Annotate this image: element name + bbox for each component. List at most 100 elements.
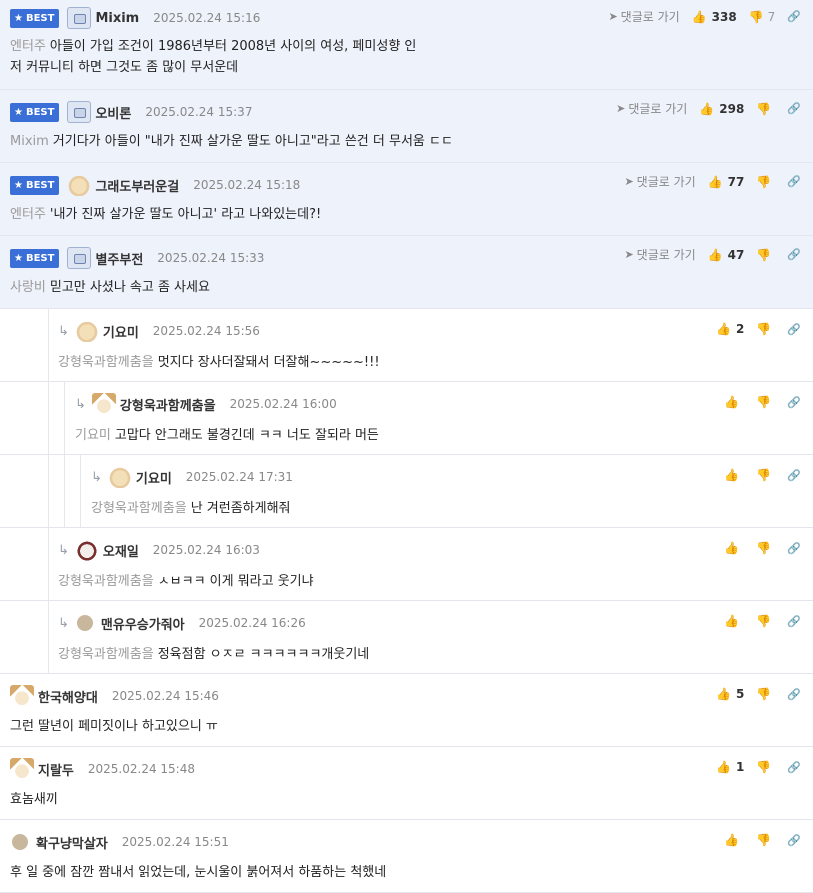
like-button[interactable]: 👍 bbox=[724, 833, 744, 847]
link-icon[interactable]: 🔗 bbox=[787, 102, 801, 115]
mention[interactable]: 기요미 bbox=[75, 428, 111, 443]
link-icon[interactable]: 🔗 bbox=[787, 542, 801, 555]
thumbs-up-icon: 👍 bbox=[724, 468, 740, 482]
mention[interactable]: 엔터주 bbox=[10, 39, 46, 54]
link-icon[interactable]: 🔗 bbox=[787, 248, 801, 261]
dislike-button[interactable]: 👎 bbox=[756, 248, 775, 262]
link-icon[interactable]: 🔗 bbox=[787, 469, 801, 482]
like-button[interactable]: 👍 2 bbox=[716, 322, 744, 336]
mention[interactable]: 강형욱과함께춤을 bbox=[58, 355, 154, 370]
goto-comment-link[interactable]: ➤ 댓글로 가기 bbox=[616, 100, 687, 117]
like-button[interactable]: 👍 bbox=[724, 468, 744, 482]
reply-arrow-icon: ↳ bbox=[58, 323, 69, 339]
dislike-button[interactable]: 👎 bbox=[756, 395, 775, 409]
author-name[interactable]: 한국해양대 bbox=[38, 687, 98, 706]
author-name[interactable]: 강형욱과함께춤을 bbox=[120, 395, 216, 414]
comment-body: 엔터주 아들이 가입 조건이 1986년부터 2008년 사이의 여성, 페미성향… bbox=[10, 39, 417, 75]
comment-best: ★ BEST 오비론 2025.02.24 15:37 ➤ 댓글로 가기 👍 298 … bbox=[0, 90, 813, 163]
dislike-button[interactable]: 👎 bbox=[756, 833, 775, 847]
comment-list: ★ BEST Mixim 2025.02.24 15:16 ➤ 댓글로 가기 👍 33… bbox=[0, 0, 813, 893]
link-icon[interactable]: 🔗 bbox=[787, 834, 801, 847]
author-name[interactable]: Mixim bbox=[95, 11, 139, 26]
dislike-button[interactable]: 👎 bbox=[756, 687, 775, 701]
link-icon[interactable]: 🔗 bbox=[787, 761, 801, 774]
avatar[interactable] bbox=[107, 466, 132, 488]
like-button[interactable]: 👍 298 bbox=[699, 102, 744, 116]
send-arrow-icon: ➤ bbox=[616, 102, 626, 115]
dislike-button[interactable]: 👎 bbox=[756, 322, 775, 336]
dislike-button[interactable]: 👎 bbox=[756, 614, 775, 628]
avatar[interactable] bbox=[10, 685, 34, 707]
avatar[interactable] bbox=[67, 7, 92, 29]
thumbs-down-icon: 👎 bbox=[756, 760, 772, 774]
author-name[interactable]: 그래도부러운걸 bbox=[95, 176, 179, 195]
comment: 한국해양대 2025.02.24 15:46 👍 5 👎 🔗 그런 딸년이 페미짓… bbox=[0, 674, 813, 747]
like-button[interactable]: 👍 1 bbox=[716, 760, 744, 774]
like-button[interactable]: 👍 5 bbox=[716, 687, 744, 701]
like-button[interactable]: 👍 bbox=[724, 614, 744, 628]
avatar[interactable] bbox=[74, 539, 99, 561]
author-name[interactable]: 확구냥막살자 bbox=[36, 833, 108, 852]
comment-best: ★ BEST Mixim 2025.02.24 15:16 ➤ 댓글로 가기 👍 33… bbox=[0, 0, 813, 90]
mention[interactable]: 사랑비 bbox=[10, 280, 46, 295]
goto-comment-link[interactable]: ➤ 댓글로 가기 bbox=[608, 8, 679, 25]
dislike-button[interactable]: 👎 bbox=[756, 541, 775, 555]
avatar[interactable] bbox=[67, 247, 92, 269]
avatar[interactable] bbox=[91, 393, 116, 415]
link-icon[interactable]: 🔗 bbox=[787, 175, 801, 188]
author-name[interactable]: 맨유우승가줘아 bbox=[101, 614, 185, 633]
mention[interactable]: 강형욱과함께춤을 bbox=[58, 574, 154, 589]
link-icon[interactable]: 🔗 bbox=[787, 688, 801, 701]
comment-body: 강형욱과함께춤을 난 겨런좀하게해줘 bbox=[91, 501, 291, 516]
mention[interactable]: 강형욱과함께춤을 bbox=[91, 501, 187, 516]
avatar[interactable] bbox=[74, 320, 99, 342]
thumbs-up-icon: 👍 bbox=[724, 541, 740, 555]
best-badge: ★ BEST bbox=[10, 248, 60, 268]
goto-comment-link[interactable]: ➤ 댓글로 가기 bbox=[624, 246, 695, 263]
link-icon[interactable]: 🔗 bbox=[787, 396, 801, 409]
link-icon[interactable]: 🔗 bbox=[787, 615, 801, 628]
link-icon[interactable]: 🔗 bbox=[787, 10, 801, 23]
comment-date: 2025.02.24 15:46 bbox=[111, 689, 219, 703]
author-name[interactable]: 지랄두 bbox=[38, 760, 74, 779]
dislike-button[interactable]: 👎 bbox=[756, 760, 775, 774]
like-button[interactable]: 👍 bbox=[724, 395, 744, 409]
comment-date: 2025.02.24 16:03 bbox=[152, 543, 260, 557]
avatar[interactable] bbox=[12, 834, 28, 850]
dislike-button[interactable]: 👎 7 bbox=[749, 10, 776, 24]
thumbs-up-icon: 👍 bbox=[691, 9, 707, 24]
author-name[interactable]: 별주부전 bbox=[95, 249, 143, 268]
avatar[interactable] bbox=[76, 615, 93, 631]
send-arrow-icon: ➤ bbox=[624, 175, 634, 188]
mention[interactable]: 엔터주 bbox=[10, 207, 46, 222]
mention[interactable]: Mixim bbox=[10, 134, 49, 149]
dislike-button[interactable]: 👎 bbox=[756, 102, 775, 116]
comment-date: 2025.02.24 15:18 bbox=[193, 178, 301, 192]
goto-comment-link[interactable]: ➤ 댓글로 가기 bbox=[624, 173, 695, 190]
author-name[interactable]: 기요미 bbox=[136, 468, 172, 487]
thumbs-down-icon: 👎 bbox=[756, 174, 772, 189]
thumbs-down-icon: 👎 bbox=[756, 247, 772, 262]
comment-date: 2025.02.24 15:37 bbox=[145, 105, 253, 119]
like-button[interactable]: 👍 338 bbox=[692, 10, 737, 24]
dislike-button[interactable]: 👎 bbox=[756, 468, 775, 482]
thumbs-down-icon: 👎 bbox=[756, 541, 772, 555]
thumbs-up-icon: 👍 bbox=[724, 614, 740, 628]
author-name[interactable]: 오재일 bbox=[103, 541, 139, 560]
author-name[interactable]: 기요미 bbox=[103, 322, 139, 341]
like-button[interactable]: 👍 47 bbox=[708, 248, 745, 262]
avatar[interactable] bbox=[10, 758, 34, 780]
avatar[interactable] bbox=[67, 101, 92, 123]
like-button[interactable]: 👍 bbox=[724, 541, 744, 555]
avatar[interactable] bbox=[67, 174, 92, 196]
link-icon[interactable]: 🔗 bbox=[787, 323, 801, 336]
comment-date: 2025.02.24 16:26 bbox=[198, 616, 306, 630]
mention[interactable]: 강형욱과함께춤을 bbox=[58, 647, 154, 662]
comment-body: 효놈새끼 bbox=[10, 792, 58, 807]
author-name[interactable]: 오비론 bbox=[95, 103, 131, 122]
star-icon: ★ bbox=[14, 12, 23, 24]
send-arrow-icon: ➤ bbox=[608, 10, 618, 23]
comment-best: ★ BEST 그래도부러운걸 2025.02.24 15:18 ➤ 댓글로 가기 👍… bbox=[0, 163, 813, 236]
dislike-button[interactable]: 👎 bbox=[756, 175, 775, 189]
like-button[interactable]: 👍 77 bbox=[708, 175, 745, 189]
